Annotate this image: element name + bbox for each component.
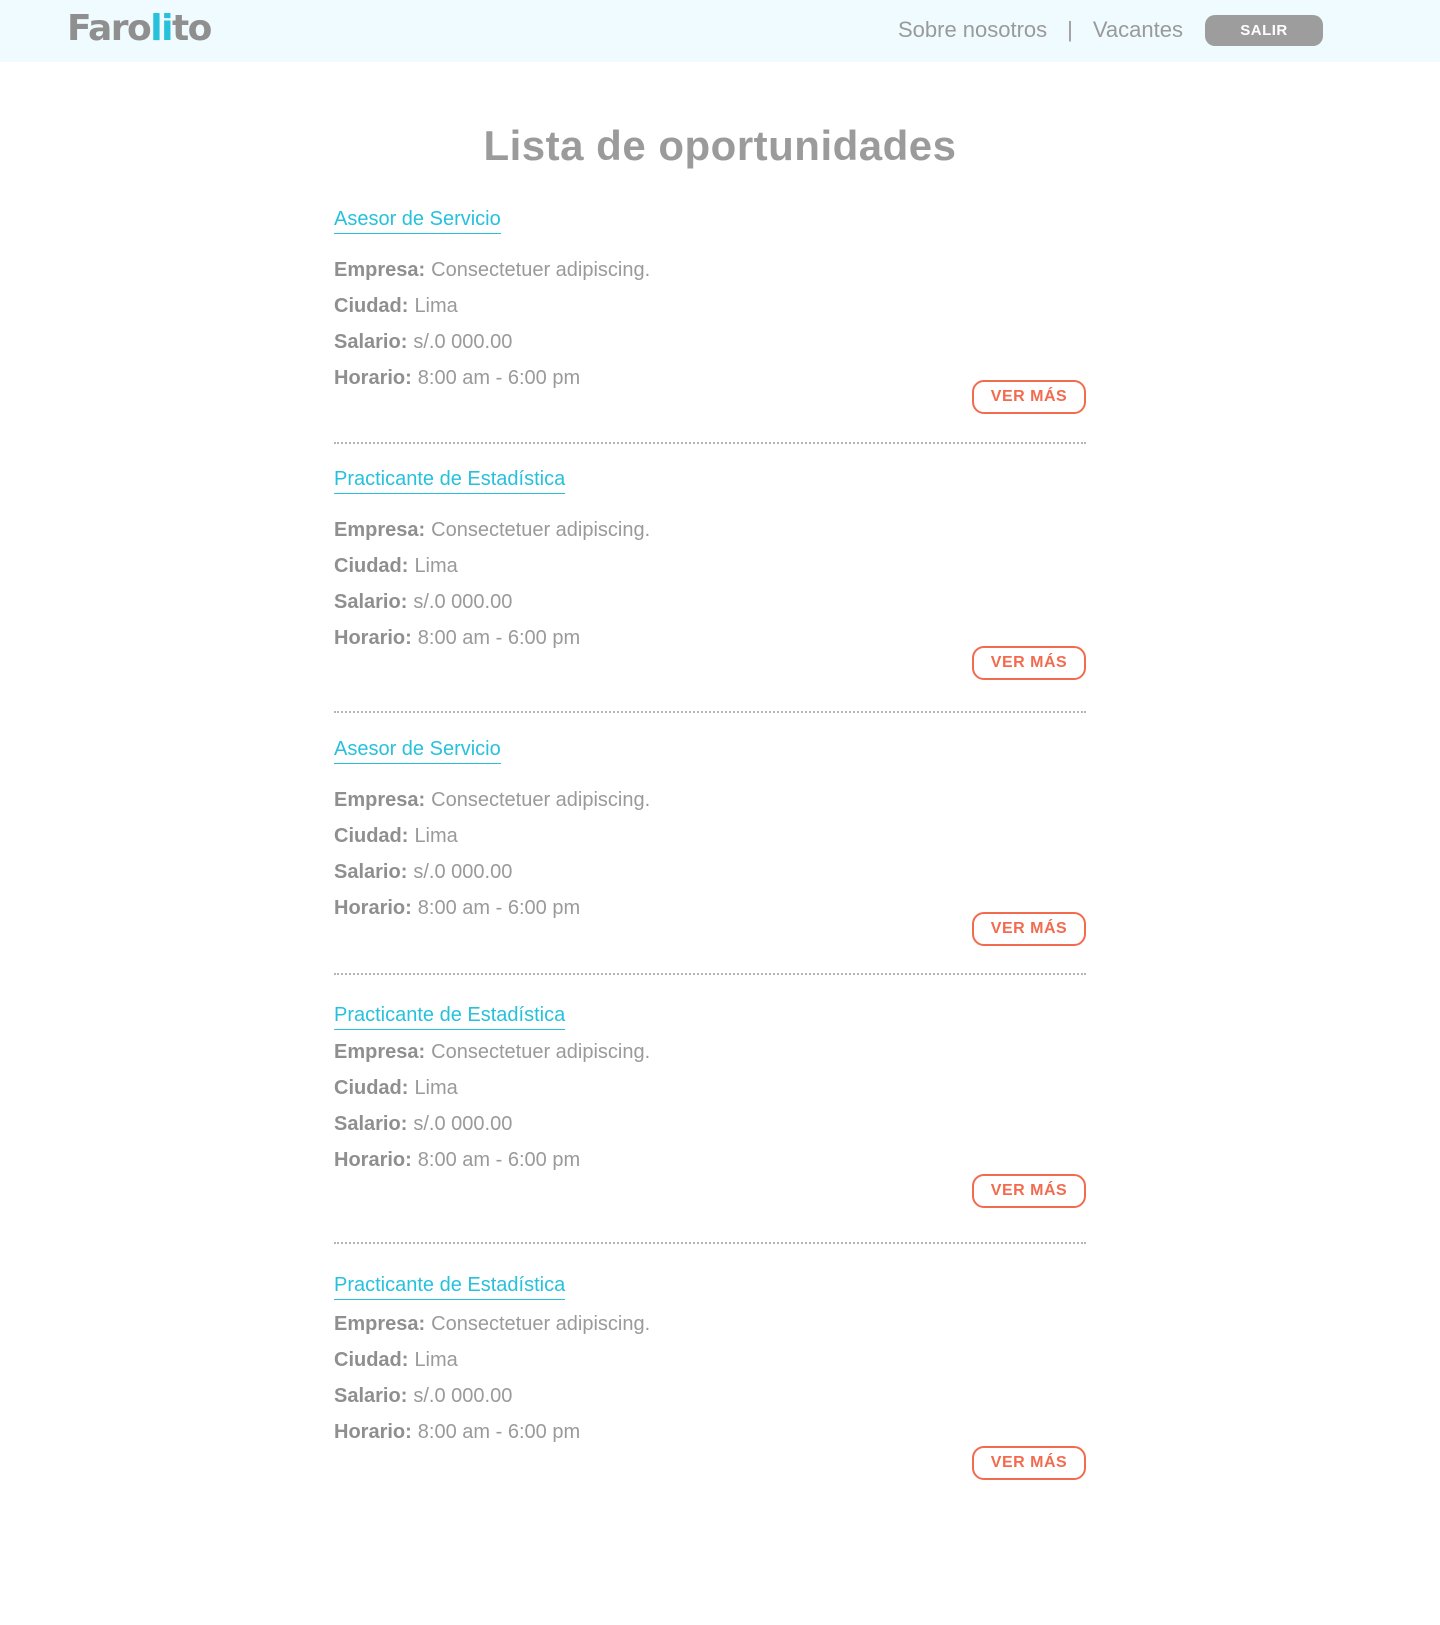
- job-title-link[interactable]: Asesor de Servicio: [334, 208, 501, 234]
- main-nav: Sobre nosotros | Vacantes SALIR: [898, 14, 1323, 46]
- salary-label: Salario:: [334, 861, 408, 883]
- company-value: Consectetuer adipiscing.: [431, 1041, 651, 1063]
- company-value: Consectetuer adipiscing.: [431, 259, 651, 281]
- company-label: Empresa:: [334, 1313, 426, 1335]
- schedule-value: 8:00 am - 6:00 pm: [417, 1421, 581, 1443]
- city-label: Ciudad:: [334, 295, 409, 317]
- job-item: Asesor de Servicio Empresa: Consectetuer …: [334, 208, 1086, 418]
- ver-mas-button[interactable]: VER MÁS: [972, 646, 1086, 680]
- divider: [334, 711, 1086, 713]
- city-value: Lima: [414, 555, 458, 577]
- schedule-label: Horario:: [334, 627, 412, 649]
- salary-value: s/.0 000.00: [413, 331, 513, 353]
- nav-vacancies-link[interactable]: Vacantes: [1093, 17, 1183, 43]
- job-title-link[interactable]: Practicante de Estadística: [334, 1274, 566, 1300]
- salary-label: Salario:: [334, 1385, 408, 1407]
- logo[interactable]: Farolito: [67, 8, 212, 50]
- company-value: Consectetuer adipiscing.: [431, 789, 651, 811]
- site-header: Farolito Sobre nosotros | Vacantes SALIR: [0, 0, 1440, 62]
- job-title-link[interactable]: Asesor de Servicio: [334, 738, 501, 764]
- schedule-value: 8:00 am - 6:00 pm: [417, 1149, 581, 1171]
- schedule-value: 8:00 am - 6:00 pm: [417, 367, 581, 389]
- salary-label: Salario:: [334, 1113, 408, 1135]
- nav-about-link[interactable]: Sobre nosotros: [898, 17, 1047, 43]
- salary-value: s/.0 000.00: [413, 1113, 513, 1135]
- city-label: Ciudad:: [334, 1349, 409, 1371]
- job-item: Asesor de Servicio Empresa: Consectetuer …: [334, 738, 1086, 948]
- nav-separator: |: [1067, 17, 1073, 42]
- city-label: Ciudad:: [334, 825, 409, 847]
- company-value: Consectetuer adipiscing.: [431, 1313, 651, 1335]
- salary-value: s/.0 000.00: [413, 861, 513, 883]
- salary-label: Salario:: [334, 331, 408, 353]
- job-item: Practicante de Estadística Empresa: Conse…: [334, 1004, 1086, 1214]
- ver-mas-button[interactable]: VER MÁS: [972, 912, 1086, 946]
- page-title: Lista de oportunidades: [483, 122, 957, 169]
- ver-mas-button[interactable]: VER MÁS: [972, 1174, 1086, 1208]
- job-title-link[interactable]: Practicante de Estadística: [334, 1004, 566, 1030]
- job-item: Practicante de Estadística Empresa: Conse…: [334, 1274, 1086, 1484]
- company-label: Empresa:: [334, 789, 426, 811]
- salary-label: Salario:: [334, 591, 408, 613]
- city-label: Ciudad:: [334, 1077, 409, 1099]
- schedule-label: Horario:: [334, 897, 412, 919]
- city-label: Ciudad:: [334, 555, 409, 577]
- schedule-value: 8:00 am - 6:00 pm: [417, 897, 581, 919]
- company-label: Empresa:: [334, 259, 426, 281]
- salary-value: s/.0 000.00: [413, 591, 513, 613]
- company-value: Consectetuer adipiscing.: [431, 519, 651, 541]
- schedule-value: 8:00 am - 6:00 pm: [417, 627, 581, 649]
- divider: [334, 1242, 1086, 1244]
- divider: [334, 973, 1086, 975]
- ver-mas-button[interactable]: VER MÁS: [972, 380, 1086, 414]
- company-label: Empresa:: [334, 519, 426, 541]
- logout-button[interactable]: SALIR: [1205, 14, 1323, 46]
- divider: [334, 442, 1086, 444]
- company-label: Empresa:: [334, 1041, 426, 1063]
- job-title-link[interactable]: Practicante de Estadística: [334, 468, 566, 494]
- city-value: Lima: [414, 1077, 458, 1099]
- schedule-label: Horario:: [334, 1149, 412, 1171]
- schedule-label: Horario:: [334, 367, 412, 389]
- city-value: Lima: [414, 295, 458, 317]
- city-value: Lima: [414, 1349, 458, 1371]
- city-value: Lima: [414, 825, 458, 847]
- ver-mas-button[interactable]: VER MÁS: [972, 1446, 1086, 1480]
- schedule-label: Horario:: [334, 1421, 412, 1443]
- job-item: Practicante de Estadística Empresa: Conse…: [334, 468, 1086, 688]
- salary-value: s/.0 000.00: [413, 1385, 513, 1407]
